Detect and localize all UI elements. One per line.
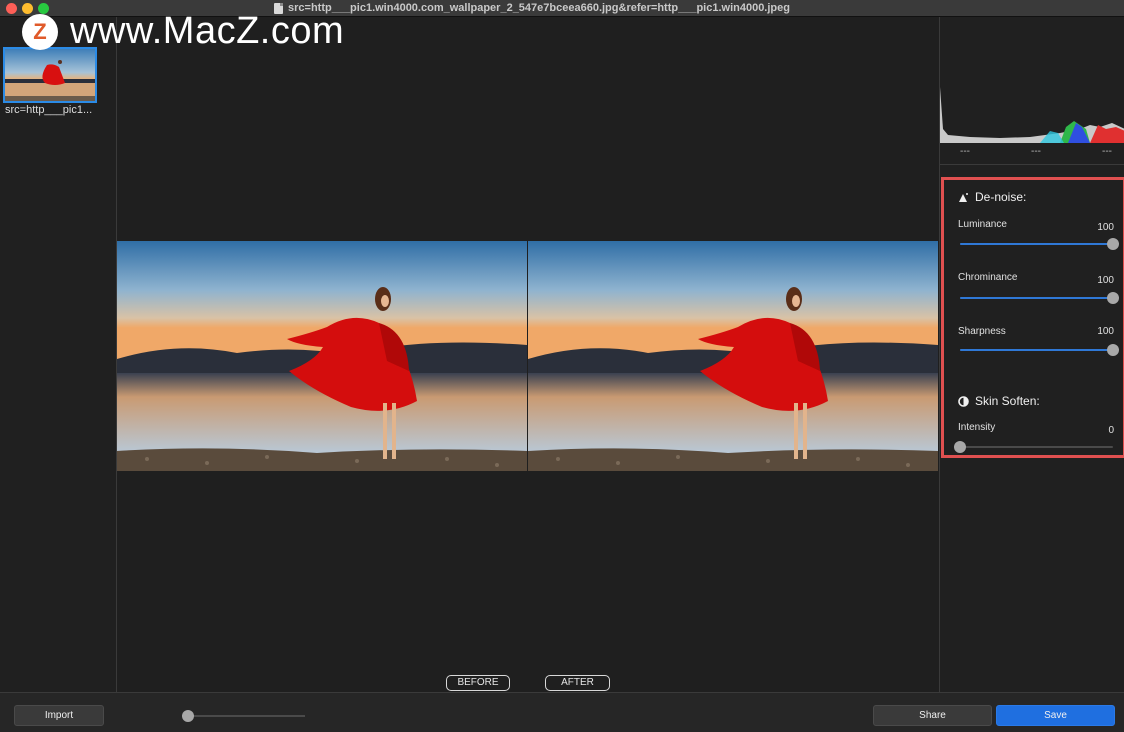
denoise-header: De-noise: (958, 190, 1026, 204)
image-list-sidebar: src=http___pic1... (0, 17, 117, 692)
import-button[interactable]: Import (14, 705, 104, 726)
histogram-label-left: --- (960, 146, 970, 157)
window-title-group: src=http___pic1.win4000.com_wallpaper_2_… (274, 0, 790, 16)
watermark-text: www.MacZ.com (70, 10, 345, 52)
after-toggle-button[interactable]: AFTER (545, 675, 610, 691)
chrominance-knob[interactable] (1107, 292, 1119, 304)
thumbnail-image (5, 49, 95, 101)
chrominance-value: 100 (1097, 275, 1114, 286)
zoom-slider[interactable] (182, 710, 305, 722)
sharpness-knob[interactable] (1107, 344, 1119, 356)
skin-soften-title: Skin Soften: (975, 394, 1040, 408)
chrominance-slider[interactable] (960, 292, 1119, 304)
intensity-knob[interactable] (954, 441, 966, 453)
after-image[interactable] (528, 241, 938, 471)
save-button[interactable]: Save (996, 705, 1115, 726)
image-thumbnail[interactable] (3, 47, 97, 103)
chrominance-label: Chrominance (958, 272, 1018, 283)
thumbnail-label: src=http___pic1... (5, 104, 93, 116)
watermark: Z www.MacZ.com (22, 10, 344, 53)
histogram-label-right: --- (1102, 146, 1112, 157)
intensity-value: 0 (1108, 425, 1114, 436)
histogram-chart (940, 87, 1124, 143)
histogram-label-center: --- (1031, 146, 1041, 157)
luminance-slider[interactable] (960, 238, 1119, 250)
intensity-label: Intensity (958, 422, 996, 433)
skin-soften-icon (958, 395, 969, 407)
close-window-button[interactable] (6, 3, 17, 14)
before-toggle-button[interactable]: BEFORE (446, 675, 510, 691)
bottom-toolbar: Import Share Save (0, 692, 1124, 732)
luminance-fill (960, 243, 1113, 245)
window-title: src=http___pic1.win4000.com_wallpaper_2_… (288, 2, 790, 14)
intensity-slider[interactable] (954, 441, 1113, 453)
sharpness-fill (960, 349, 1113, 351)
skin-soften-header: Skin Soften: (958, 394, 1040, 408)
denoise-title: De-noise: (975, 190, 1027, 204)
image-compare-area: BEFORE AFTER (117, 17, 938, 692)
panel-divider (940, 164, 1124, 165)
sharpness-label: Sharpness (958, 326, 1006, 337)
denoise-icon (959, 192, 968, 202)
luminance-knob[interactable] (1107, 238, 1119, 250)
adjustments-panel: --- --- --- De-noise: Luminance 100 Chro… (939, 17, 1124, 692)
sharpness-slider[interactable] (960, 344, 1119, 356)
highlighted-adjustment-box: De-noise: Luminance 100 Chrominance 100 … (941, 177, 1124, 458)
chrominance-fill (960, 297, 1113, 299)
luminance-value: 100 (1097, 222, 1114, 233)
before-image[interactable] (117, 241, 527, 471)
zoom-slider-knob[interactable] (182, 710, 194, 722)
sharpness-value: 100 (1097, 326, 1114, 337)
watermark-logo-icon: Z (22, 13, 58, 50)
share-button[interactable]: Share (873, 705, 992, 726)
luminance-label: Luminance (958, 219, 1007, 230)
